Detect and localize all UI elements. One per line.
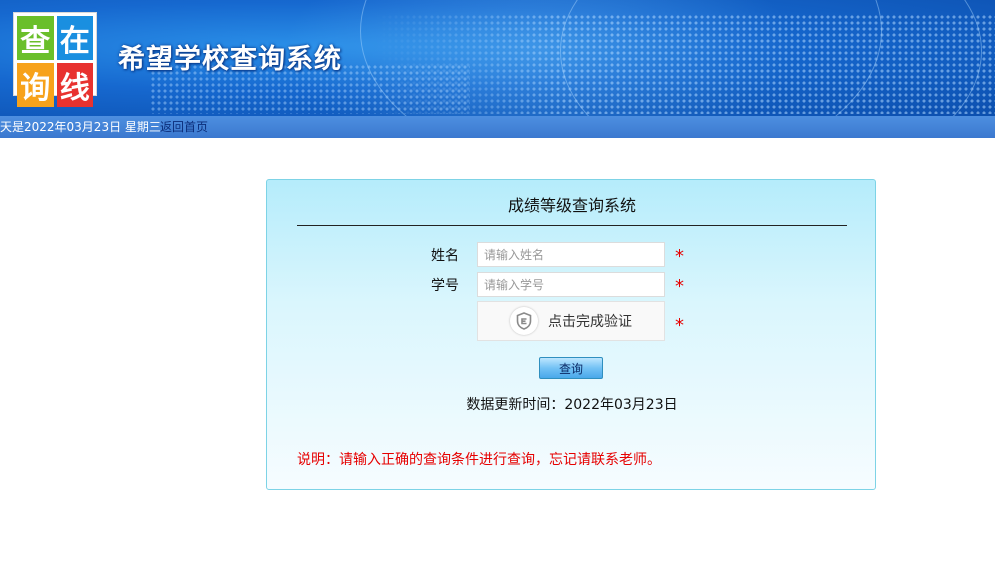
- data-update-time: 数据更新时间：2022年03月23日: [466, 397, 678, 413]
- student-id-label: 学号: [431, 278, 459, 294]
- current-date: 天是2022年03月23日 星期三: [0, 120, 161, 134]
- header-banner: 查 在 询 线 希望学校查询系统: [0, 0, 995, 116]
- title-divider: [297, 225, 847, 226]
- instructions-note: 说明：请输入正确的查询条件进行查询，忘记请联系老师。: [297, 452, 661, 468]
- name-label: 姓名: [431, 248, 459, 264]
- student-id-input[interactable]: [477, 272, 665, 297]
- info-bar: 天是2022年03月23日 星期三 返回首页: [0, 116, 995, 138]
- logo-char: 在: [56, 16, 93, 60]
- query-button[interactable]: 查询: [539, 357, 603, 379]
- home-link[interactable]: 返回首页: [160, 116, 208, 138]
- required-mark: *: [675, 246, 684, 267]
- logo-char: 线: [56, 63, 93, 107]
- captcha-label: 点击完成验证: [548, 314, 632, 330]
- required-mark: *: [675, 315, 684, 336]
- panel-title: 成绩等级查询系统: [507, 196, 636, 215]
- shield-check-icon: [510, 307, 538, 335]
- logo-char: 询: [17, 63, 54, 107]
- site-title: 希望学校查询系统: [118, 44, 342, 75]
- site-logo: 查 在 询 线: [13, 12, 97, 107]
- captcha-verify-button[interactable]: 点击完成验证: [477, 301, 665, 341]
- query-panel: 成绩等级查询系统 姓名 * 学号 * 点击完成验证 * 查询 数据更新时间：20…: [266, 179, 876, 490]
- logo-char: 查: [17, 16, 54, 60]
- name-input[interactable]: [477, 242, 665, 267]
- required-mark: *: [675, 276, 684, 297]
